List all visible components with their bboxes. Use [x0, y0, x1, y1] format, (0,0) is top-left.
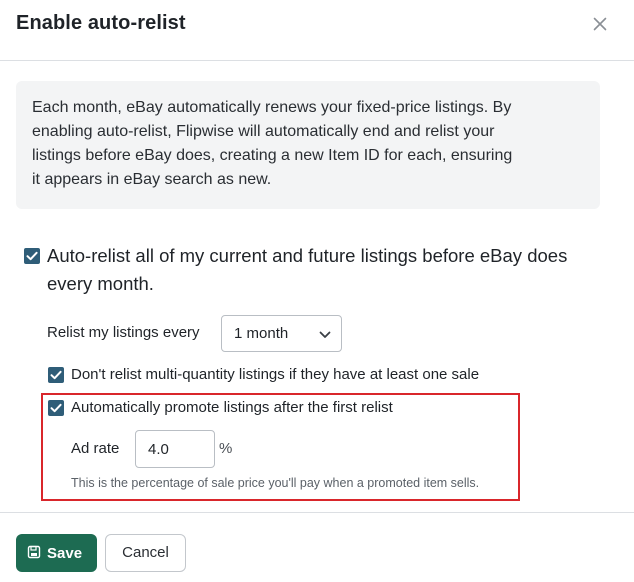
dialog-title: Enable auto-relist: [16, 12, 186, 34]
ad-rate-unit: %: [219, 440, 233, 457]
enable-auto-relist-dialog: Enable auto-relist Each month, eBay auto…: [0, 0, 634, 582]
auto-promote-label: Automatically promote listings after the…: [71, 399, 393, 416]
save-icon: [27, 545, 41, 559]
info-line-1: Each month, eBay automatically renews yo…: [32, 99, 512, 116]
checkmark-icon: [26, 251, 38, 261]
ad-rate-input[interactable]: [135, 430, 215, 468]
relist-frequency-label: Relist my listings every: [47, 324, 200, 341]
close-icon: [593, 17, 607, 31]
relist-frequency-value: 1 month: [234, 325, 289, 342]
chevron-down-icon: [319, 331, 331, 338]
dialog-footer: Save Cancel: [0, 512, 634, 582]
save-button[interactable]: Save: [16, 534, 97, 572]
close-button[interactable]: [588, 12, 612, 36]
checkmark-icon: [50, 403, 62, 413]
info-line-2: enabling auto-relist, Flipwise will auto…: [32, 123, 495, 140]
skip-multi-quantity-checkbox[interactable]: [48, 367, 64, 383]
ad-rate-label: Ad rate: [71, 440, 120, 457]
skip-multi-quantity-label: Don't relist multi-quantity listings if …: [71, 366, 480, 383]
info-line-3: listings before eBay does, creating a ne…: [32, 147, 513, 164]
ad-rate-help-text: This is the percentage of sale price you…: [71, 476, 480, 490]
auto-relist-label: Auto-relist all of my current and future…: [47, 245, 568, 294]
auto-relist-checkbox[interactable]: [24, 248, 40, 264]
cancel-button[interactable]: Cancel: [105, 534, 186, 572]
dialog-header: Enable auto-relist: [0, 0, 634, 61]
checkmark-icon: [50, 370, 62, 380]
info-panel: Each month, eBay automatically renews yo…: [16, 81, 600, 209]
relist-frequency-select[interactable]: 1 month: [221, 315, 342, 352]
save-label: Save: [47, 545, 83, 562]
auto-promote-checkbox[interactable]: [48, 400, 64, 416]
info-line-4: it appears in eBay search as new.: [32, 171, 272, 188]
